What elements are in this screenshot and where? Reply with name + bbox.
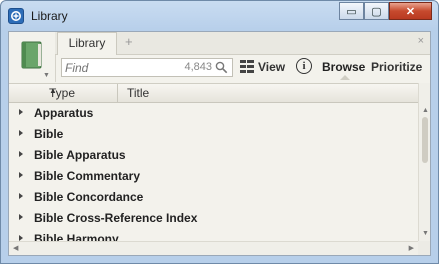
type-column-header[interactable]: Type ▲ — [9, 84, 118, 102]
find-input[interactable] — [65, 60, 175, 75]
list-item[interactable]: Bible Concordance — [9, 187, 418, 208]
expand-arrow-icon[interactable] — [19, 130, 23, 136]
list-item-label: Bible — [34, 127, 64, 141]
title-bar[interactable]: Library ▭ ▢ ✕ — [1, 1, 438, 31]
list-item-label: Apparatus — [34, 106, 94, 120]
scroll-down-icon[interactable]: ▼ — [422, 230, 429, 237]
info-icon[interactable]: i — [296, 58, 312, 74]
search-icon[interactable] — [215, 61, 228, 74]
type-list: Apparatus Bible Bible Apparatus Bible Co… — [9, 103, 418, 241]
library-toolbar: 4,843 View i Browse Prioritize — [55, 55, 430, 82]
list-item-label: Bible Concordance — [34, 190, 144, 204]
add-tab-icon[interactable]: + — [125, 34, 133, 49]
list-item-label: Bible Apparatus — [34, 148, 126, 162]
scroll-up-icon[interactable]: ▲ — [422, 107, 429, 114]
scroll-thumb[interactable] — [422, 117, 428, 163]
book-icon — [21, 41, 42, 69]
logos-app-icon — [8, 8, 24, 24]
view-button[interactable]: View — [258, 60, 285, 74]
maximize-button[interactable]: ▢ — [364, 2, 389, 20]
window-title: Library — [31, 9, 68, 23]
list-item[interactable]: Bible — [9, 124, 418, 145]
library-panel: ▼ Library + × 4,843 View i Browse Priori… — [8, 31, 431, 256]
vertical-scrollbar[interactable]: ▲ ▼ — [418, 83, 430, 241]
expand-arrow-icon[interactable] — [19, 172, 23, 178]
scrollbar-corner — [418, 241, 430, 255]
close-button[interactable]: ✕ — [389, 2, 432, 20]
list-item-label: Bible Harmony — [34, 232, 119, 241]
scroll-left-icon[interactable]: ◀ — [13, 244, 18, 252]
scroll-right-icon[interactable]: ▶ — [409, 244, 414, 252]
title-column-header[interactable]: Title — [127, 86, 149, 100]
list-item[interactable]: Bible Harmony — [9, 229, 418, 241]
panel-menu-button[interactable]: ▼ — [9, 32, 56, 82]
list-item[interactable]: Bible Cross-Reference Index — [9, 208, 418, 229]
list-item[interactable]: Bible Apparatus — [9, 145, 418, 166]
active-mode-indicator — [340, 75, 350, 80]
close-panel-icon[interactable]: × — [418, 35, 424, 47]
browse-button[interactable]: Browse — [322, 60, 365, 74]
grid-view-icon[interactable] — [240, 60, 254, 73]
list-item[interactable]: Bible Commentary — [9, 166, 418, 187]
tab-strip: Library + × — [55, 32, 430, 55]
window-controls: ▭ ▢ ✕ — [339, 2, 432, 20]
list-item-label: Bible Cross-Reference Index — [34, 211, 198, 225]
library-window: Library ▭ ▢ ✕ ▼ Library + × 4,843 — [0, 0, 439, 264]
horizontal-scrollbar[interactable]: ◀ ▶ — [9, 241, 418, 255]
list-header: Type ▲ Title — [9, 83, 418, 103]
list-item[interactable]: Apparatus — [9, 103, 418, 124]
minimize-button[interactable]: ▭ — [339, 2, 364, 20]
sort-ascending-icon: ▲ — [49, 86, 57, 95]
minimize-icon: ▭ — [346, 5, 357, 18]
expand-arrow-icon[interactable] — [19, 193, 23, 199]
tab-library[interactable]: Library — [57, 32, 117, 55]
expand-arrow-icon[interactable] — [19, 109, 23, 115]
chevron-down-icon: ▼ — [43, 72, 50, 79]
expand-arrow-icon[interactable] — [19, 151, 23, 157]
maximize-icon: ▢ — [371, 5, 382, 18]
list-item-label: Bible Commentary — [34, 169, 141, 183]
tab-library-label: Library — [68, 36, 106, 50]
expand-arrow-icon[interactable] — [19, 214, 23, 220]
result-count: 4,843 — [184, 61, 212, 73]
prioritize-button[interactable]: Prioritize — [371, 60, 422, 74]
close-icon: ✕ — [405, 5, 416, 18]
find-box: 4,843 — [61, 58, 233, 77]
